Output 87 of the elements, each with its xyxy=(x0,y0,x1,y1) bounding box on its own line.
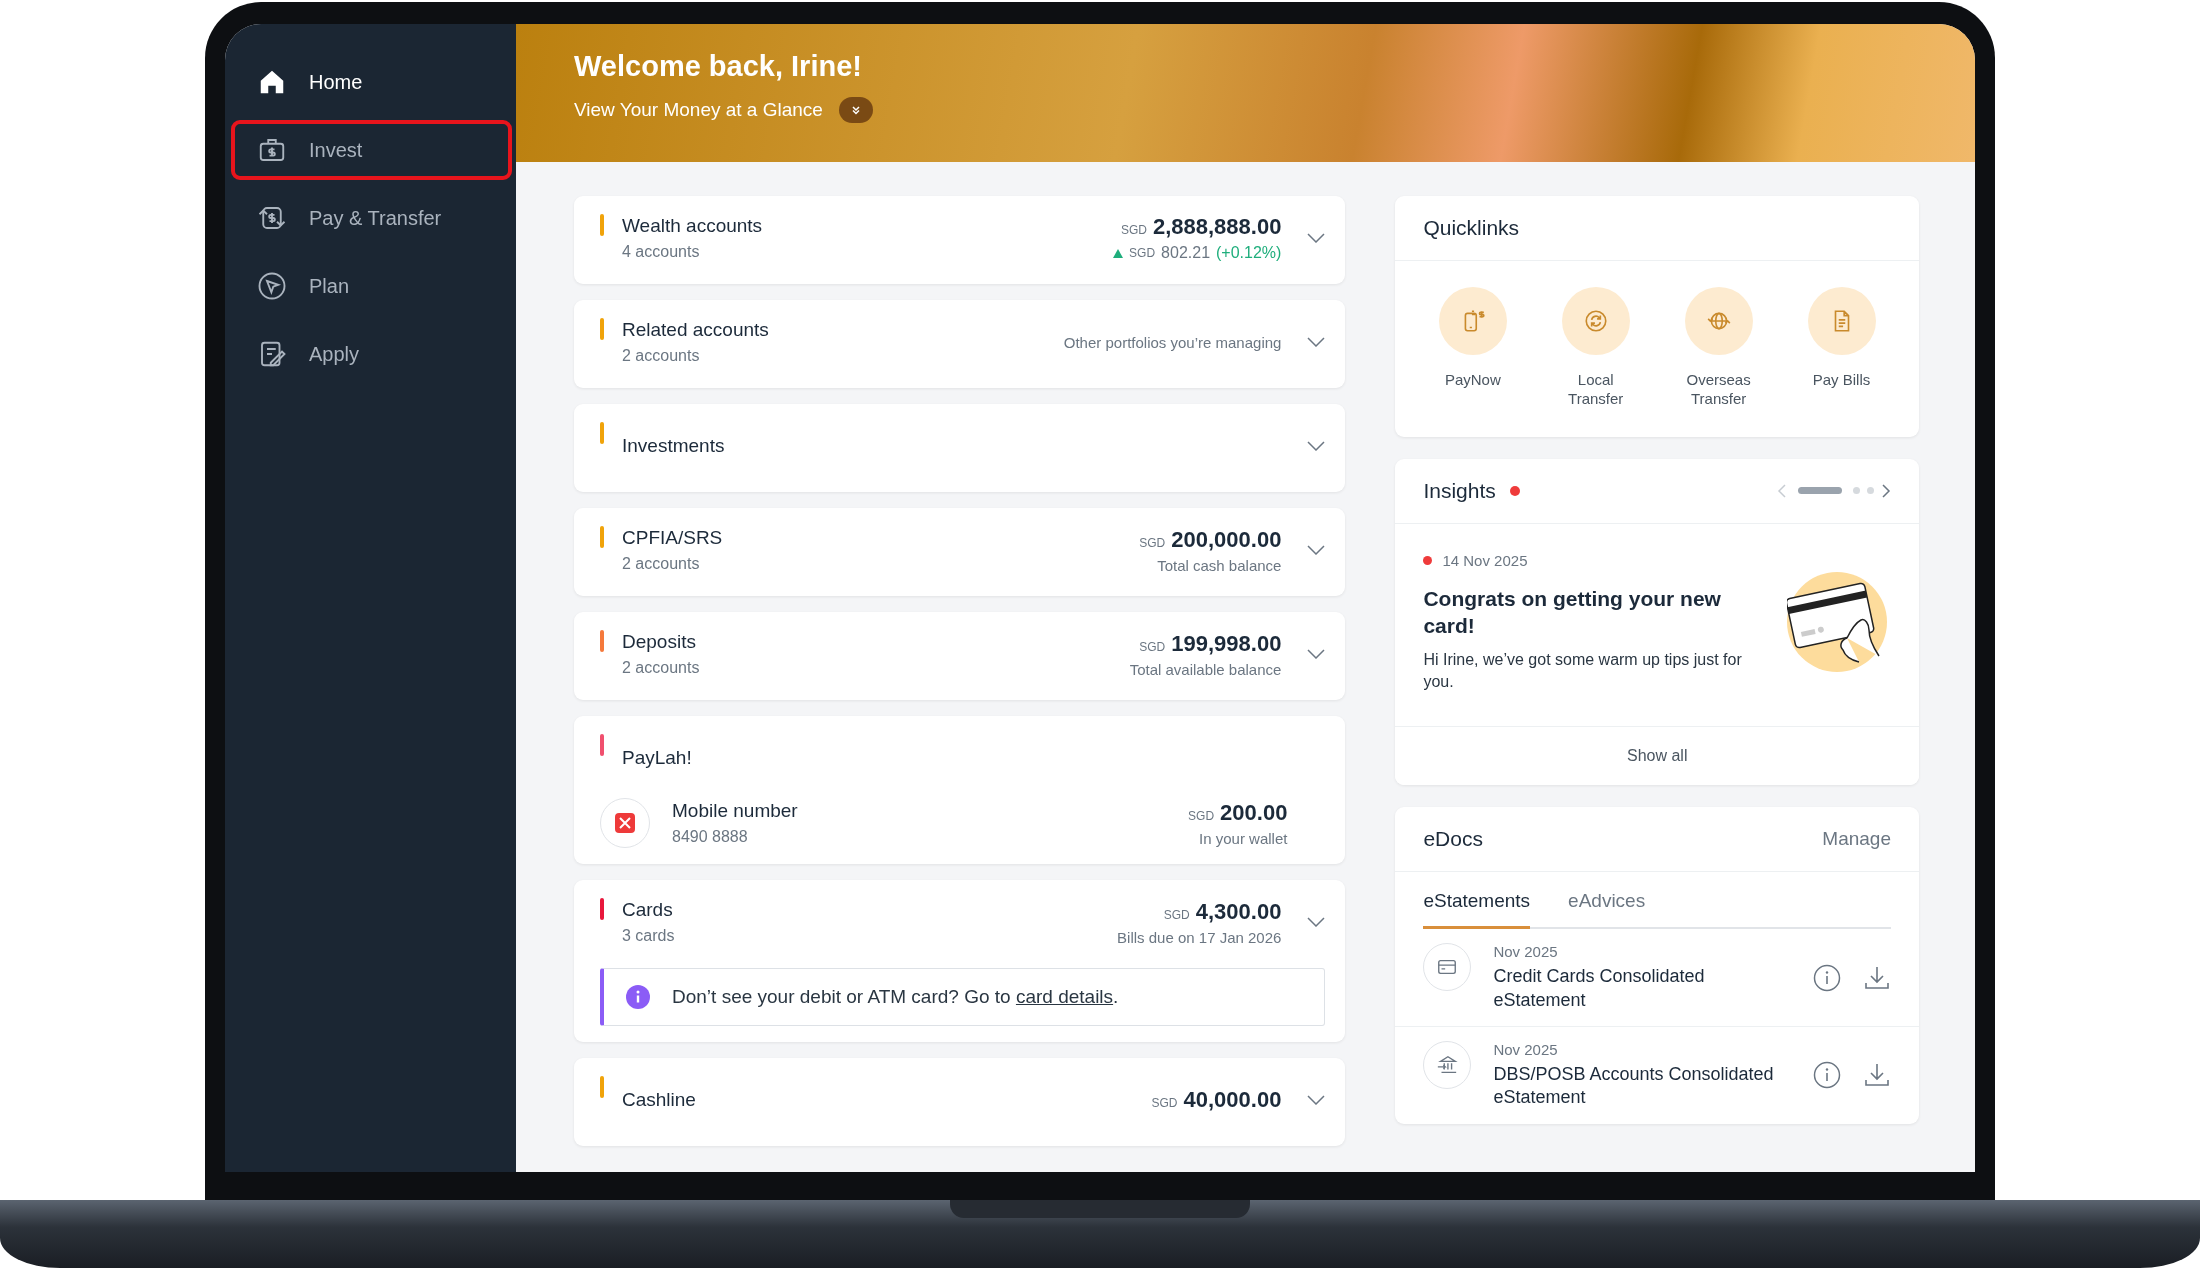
account-count: 2 accounts xyxy=(622,659,701,677)
currency-label: SGD xyxy=(1139,535,1166,550)
circular-arrows-icon xyxy=(1582,308,1609,334)
panel-title: eDocs xyxy=(1423,827,1483,852)
tab[interactable]: eStatements xyxy=(1423,890,1531,930)
insight-body: Hi Irine, we’ve got some warm up tips just for you. xyxy=(1423,650,1743,692)
account-title: Deposits xyxy=(622,631,697,653)
account-title: Wealth accounts xyxy=(622,215,764,237)
sidebar-item[interactable]: Pay & Transfer xyxy=(231,188,512,248)
sidebar-item[interactable]: Plan xyxy=(231,256,512,316)
balance-caption: Bills due on 17 Jan 2026 xyxy=(1117,928,1282,946)
balance-caption: Total available balance xyxy=(1129,660,1282,678)
account-title: Related accounts xyxy=(622,319,770,341)
chevron-down-icon[interactable] xyxy=(1307,1095,1326,1105)
account-card[interactable]: Investments xyxy=(574,404,1346,492)
account-count: 2 accounts xyxy=(622,347,701,365)
chevron-down-icon[interactable] xyxy=(1307,441,1326,451)
panel-title: Quicklinks xyxy=(1423,216,1520,240)
quicklink[interactable]: Overseas Transfer xyxy=(1676,287,1761,409)
chevron-down-icon[interactable] xyxy=(1307,545,1326,555)
chevron-down-icon[interactable] xyxy=(1307,649,1326,659)
balance-amount: 4,300.00 xyxy=(1195,898,1282,925)
wallet-label: Mobile number xyxy=(672,800,799,822)
account-card[interactable]: Cards 3 cards SGD 4,300.00 Bills due on 17 Jan 2026 Don’t see your debit or ATM card? Go to card details. xyxy=(574,880,1346,1042)
welcome-title: Welcome back, Irine! xyxy=(574,50,863,83)
sidebar-item[interactable]: Invest xyxy=(231,120,512,180)
chevron-down-icon[interactable] xyxy=(1307,917,1326,927)
account-count: 4 accounts xyxy=(622,243,701,261)
manage-link[interactable]: Manage xyxy=(1822,828,1891,851)
cursor-circle-icon xyxy=(257,271,287,301)
banner-subtitle: View Your Money at a Glance xyxy=(574,99,823,121)
currency-label: SGD xyxy=(1139,639,1166,654)
insight-date: 14 Nov 2025 xyxy=(1442,551,1528,569)
change-amount: 802.21 xyxy=(1161,244,1211,262)
account-title: CPFIA/SRS xyxy=(622,527,724,549)
quicklink[interactable]: Pay Bills xyxy=(1799,287,1884,409)
quicklink[interactable]: PayNow xyxy=(1430,287,1515,409)
account-title: Investments xyxy=(622,435,726,457)
account-card[interactable]: PayLah! Mobile number 8490 8888 SGD 200.00 In your wallet xyxy=(574,716,1346,864)
insight-title: Congrats on getting your new card! xyxy=(1423,585,1722,639)
up-triangle-icon xyxy=(1113,248,1124,258)
balance-amount: 200,000.00 xyxy=(1171,526,1282,553)
account-card[interactable]: Wealth accounts 4 accounts SGD 2,888,888.00 SGD 802.21 (+0.12%) xyxy=(574,196,1346,284)
balance-amount: 199,998.00 xyxy=(1171,630,1282,657)
account-title: Cashline xyxy=(622,1089,697,1111)
statement-date: Nov 2025 xyxy=(1493,1041,1559,1059)
show-all-button[interactable]: Show all xyxy=(1395,726,1919,786)
account-title: Cards xyxy=(622,899,674,921)
currency-label: SGD xyxy=(1163,907,1190,922)
balance-caption: In your wallet xyxy=(1199,829,1288,847)
balance-amount: 200.00 xyxy=(1220,799,1288,826)
statement-title: DBS/POSB Accounts Consolidated eStatement xyxy=(1493,1063,1775,1110)
account-title: PayLah! xyxy=(622,747,693,769)
panel-title: Insights xyxy=(1423,478,1496,503)
wallet-logo-icon xyxy=(600,798,650,848)
sidebar-item[interactable]: Apply xyxy=(231,324,512,384)
currency-label: SGD xyxy=(1120,223,1147,237)
sidebar-item[interactable]: Home xyxy=(231,52,512,112)
quicklink[interactable]: Local Transfer xyxy=(1553,287,1638,409)
balance-caption: Total cash balance xyxy=(1157,556,1282,574)
balance-amount: 40,000.00 xyxy=(1183,1087,1282,1113)
info-icon xyxy=(626,985,650,1009)
chevron-down-icon[interactable] xyxy=(1307,337,1326,347)
account-card[interactable]: Related accounts 2 accounts Other portfolios you’re managing xyxy=(574,300,1346,388)
info-icon[interactable] xyxy=(1813,963,1841,992)
card-details-link[interactable]: card details xyxy=(1015,986,1114,1007)
info-icon[interactable] xyxy=(1813,1061,1841,1090)
account-card[interactable]: Deposits 2 accounts SGD 199,998.00 Total available balance xyxy=(574,612,1346,700)
chevron-down-icon[interactable] xyxy=(1307,233,1326,243)
currency-label: SGD xyxy=(1151,1096,1178,1110)
account-note: Other portfolios you’re managing xyxy=(1063,333,1282,351)
account-count: 2 accounts xyxy=(622,555,701,573)
currency-label: SGD xyxy=(1188,808,1215,823)
change-percent: (+0.12%) xyxy=(1216,244,1282,262)
double-chevron-down-icon xyxy=(849,104,862,116)
statement-title: Credit Cards Consolidated eStatement xyxy=(1493,965,1706,1012)
tab[interactable]: eAdvices xyxy=(1568,890,1646,930)
statement-date: Nov 2025 xyxy=(1493,943,1559,961)
chevron-right-icon[interactable] xyxy=(1881,483,1891,498)
mobile-number: 8490 8888 xyxy=(672,828,749,846)
currency-label: SGD xyxy=(1129,246,1156,260)
account-card[interactable]: CPFIA/SRS 2 accounts SGD 200,000.00 Total cash balance xyxy=(574,508,1346,596)
balance-amount: 2,888,888.00 xyxy=(1152,214,1282,240)
banner-message: Don’t see your debit or ATM card? Go to card details. xyxy=(672,986,1119,1008)
expand-button[interactable] xyxy=(838,97,873,123)
account-count: 3 cards xyxy=(622,927,676,945)
account-card[interactable]: Cashline SGD 40,000.00 xyxy=(574,1058,1346,1146)
